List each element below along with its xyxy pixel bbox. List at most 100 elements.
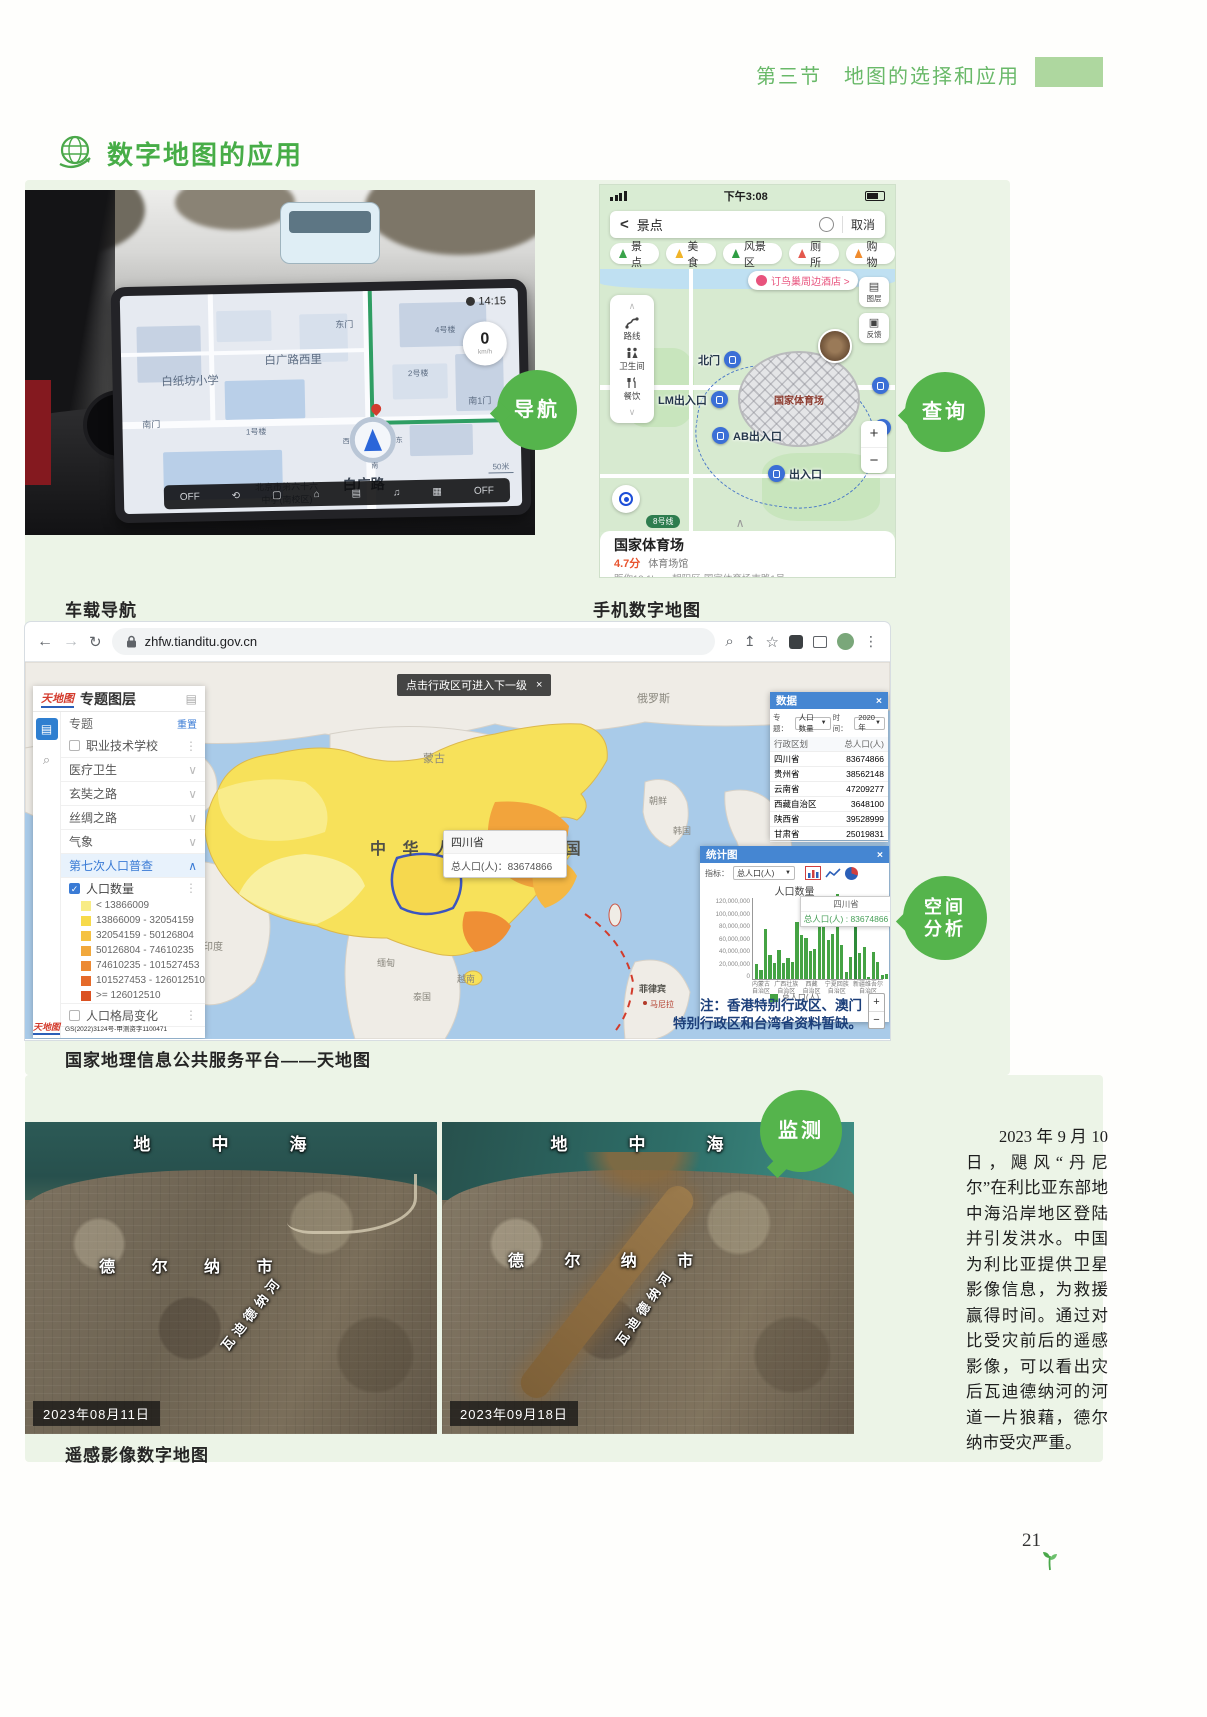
extensions-icon[interactable] [789,634,803,649]
census-bar[interactable] [813,948,817,979]
layers-button[interactable]: ▤ 图层 [859,277,889,307]
dock-icon[interactable]: OFF [474,485,494,496]
census-bar[interactable] [790,962,795,979]
collapse-up-icon[interactable]: ∧ [629,301,636,312]
bar-chart-icon[interactable] [805,866,821,880]
dock-icon[interactable]: ▢ [272,489,282,500]
tianditu-map-content[interactable]: 哈萨克斯坦 俄罗斯 蒙古 中 华 人 民 共 和 国 印度 缅甸 泰国 越南 日… [25,662,890,1039]
table-row[interactable]: 云南省 47209277 [770,782,888,797]
marker-lm-gate[interactable]: LM出入口 [658,391,728,408]
census-bar[interactable] [781,962,786,979]
sidebar-icon[interactable] [813,635,827,648]
census-bar[interactable] [867,976,871,979]
card-handle-icon[interactable]: ∧ [736,516,745,530]
car-nav-screen[interactable]: 白纸坊小学 白广路西里 1号楼 2号楼 4号楼 东门 南门 南1门 白广路 北京… [110,278,532,524]
census-bar[interactable] [858,952,862,979]
layer-accordion-item[interactable]: 玄奘之路 ∨ [61,782,205,806]
dock-icon[interactable]: OFF [180,491,200,502]
line-chart-icon[interactable] [825,866,841,880]
feedback-button[interactable]: ▣ 反馈 [859,313,889,343]
census-bar[interactable] [849,957,853,979]
zoom-out-button[interactable]: − [869,1012,884,1029]
layer-accordion-item[interactable]: 医疗卫生 ∨ [61,758,205,782]
poi-card[interactable]: 国家体育场 4.7分 体育场馆 距你13.1km 朝阳区·国家体育场南路1号 [600,531,895,577]
share-icon[interactable]: ↥ [744,633,756,650]
search-icon[interactable]: ⌕ [725,633,733,650]
dock-icon[interactable]: ⟲ [232,490,241,501]
checkbox[interactable] [69,740,80,751]
layer-accordion-item[interactable]: 丝绸之路 ∨ [61,806,205,830]
search-bar[interactable]: < 景点 取消 [610,211,885,238]
menu-kebab-icon[interactable]: ⋮ [864,633,878,650]
voice-search-icon[interactable] [818,217,834,232]
indicator-select[interactable]: 总人口(人) ▼ [733,866,795,880]
table-row[interactable]: 西藏自治区 3648100 [770,797,888,812]
census-bar[interactable] [876,962,880,979]
marker-exit-gate[interactable]: 出入口 [768,465,822,482]
locate-button[interactable] [612,485,640,513]
census-bar[interactable] [799,935,804,979]
filter-chip[interactable]: 厕所 [789,241,839,269]
close-icon[interactable]: × [876,695,882,707]
zoom-in-button[interactable]: + [861,421,887,448]
tool-restroom[interactable]: 卫生间 [619,347,645,372]
close-icon[interactable]: × [877,849,883,861]
back-icon[interactable]: ← [37,633,53,651]
checkbox-checked[interactable]: ✓ [69,882,80,894]
checkbox[interactable] [69,1009,80,1021]
url-bar[interactable]: zhfw.tianditu.gov.cn [111,628,716,655]
table-row[interactable]: 四川省 83674866 [770,752,888,767]
filter-chip[interactable]: 景点 [610,241,660,269]
hotel-promo-pill[interactable]: 订鸟巢周边酒店 > [748,271,858,290]
census-bar[interactable] [831,934,835,979]
dock-icon[interactable]: ▤ [351,488,361,499]
pie-chart-icon[interactable] [845,866,858,880]
census-bar[interactable] [840,945,844,979]
subway-line-badge[interactable]: 8号线 [646,515,681,528]
census-bar[interactable] [804,937,808,979]
zoom-in-button[interactable]: + [869,994,884,1012]
census-bar[interactable] [795,921,799,979]
census-bar[interactable] [862,947,866,979]
dock-icon[interactable]: ▦ [432,486,442,497]
theme-select[interactable]: 人口数量 ▼ [794,713,831,733]
marker-north-gate[interactable]: 北门 [698,351,741,368]
table-row[interactable]: 贵州省 38562148 [770,767,888,782]
census-group-item[interactable]: 第七次人口普查 ∧ [61,854,205,878]
census-bar[interactable] [768,955,772,979]
profile-avatar[interactable] [837,633,854,650]
table-row[interactable]: 甘肃省 25019831 [770,827,888,842]
kebab-icon[interactable]: ⋮ [185,1008,197,1022]
phone-map-area[interactable]: 国家体育场 订鸟巢周边酒店 > 北门 LM出入口 AB出入口 出入口 ∧ 路线 … [600,269,895,532]
census-bar[interactable] [844,972,848,979]
census-bar[interactable] [826,940,830,979]
search-tab-icon[interactable]: ⌕ [43,752,50,768]
census-bar[interactable] [759,969,763,979]
census-bar[interactable] [871,952,875,979]
kebab-icon[interactable]: ⋮ [185,881,197,895]
dock-icon[interactable]: ⌂ [313,489,319,500]
tool-dining[interactable]: 餐饮 [623,376,641,402]
time-select[interactable]: 2020年 ▼ [854,713,885,732]
reset-link[interactable]: 重置 [177,716,197,731]
zoom-out-button[interactable]: − [861,448,887,474]
refresh-icon[interactable]: ↻ [89,633,102,651]
census-bar[interactable] [755,964,759,979]
census-bar[interactable] [772,962,777,979]
layers-tab-icon[interactable]: ▤ [35,718,58,740]
census-bar[interactable] [786,957,790,979]
cancel-button[interactable]: 取消 [841,216,875,233]
collapse-down-icon[interactable]: ∨ [629,407,636,418]
marker-ab-gate[interactable]: AB出入口 [712,427,782,444]
dock-icon[interactable]: ♫ [393,487,401,498]
table-row[interactable]: 陕西省 39528999 [770,812,888,827]
panel-menu-icon[interactable]: ▤ [186,692,197,706]
census-bar[interactable] [763,928,768,979]
tool-route[interactable]: 路线 [623,316,641,342]
forward-icon[interactable]: → [63,633,79,651]
population-layer-item[interactable]: ✓ 人口数量 ⋮ [61,878,205,898]
poi-photo-thumbnail[interactable] [818,329,852,363]
kebab-icon[interactable]: ⋮ [185,739,197,753]
layer-item-checkbox[interactable]: 职业技术学校 ⋮ [61,734,205,758]
filter-chip[interactable]: 美食 [666,241,716,269]
